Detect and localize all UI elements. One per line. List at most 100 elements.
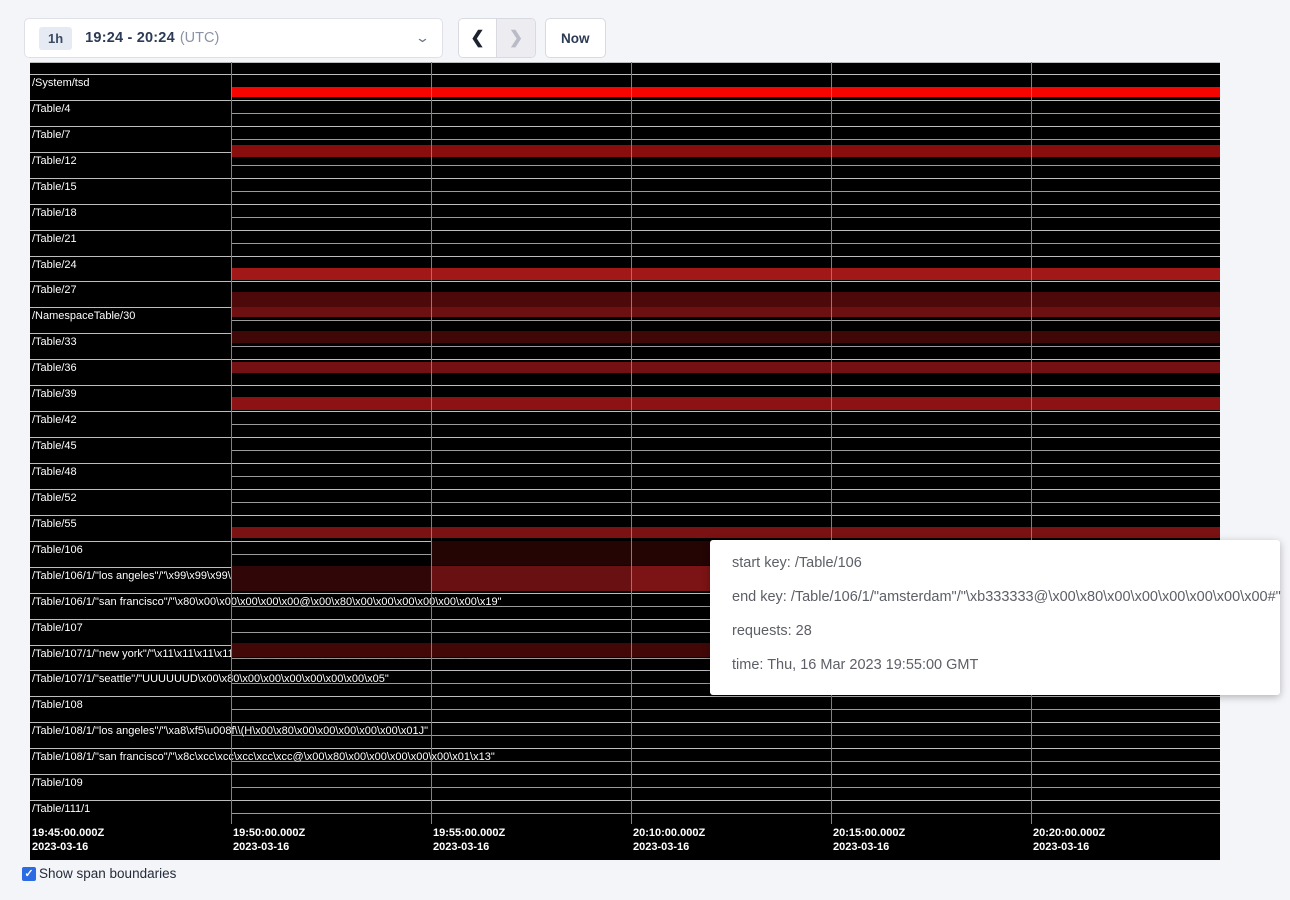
span-boundary-line <box>231 320 1220 321</box>
span-tooltip: start key: /Table/106 end key: /Table/10… <box>710 540 1280 695</box>
span-boundary-line <box>30 411 1220 412</box>
heat-band[interactable] <box>231 268 1220 280</box>
span-boundary-line <box>231 813 1220 814</box>
row-label: /Table/55 <box>32 518 77 530</box>
span-boundary-line <box>30 126 1220 127</box>
next-time-button[interactable]: ❯ <box>497 19 535 57</box>
row-label: /System/tsd <box>32 77 89 89</box>
row-label: /NamespaceTable/30 <box>32 310 135 322</box>
time-range-text: 19:24 - 20:24 <box>85 30 175 46</box>
span-boundary-line <box>30 359 1220 360</box>
time-grid-line <box>1031 62 1032 824</box>
heat-band[interactable] <box>431 566 631 591</box>
span-boundary-line <box>30 74 1220 75</box>
heat-band[interactable] <box>231 145 1220 157</box>
time-range-dropdown[interactable]: 1h 19:24 - 20:24 (UTC) ⌄ <box>24 18 443 58</box>
row-label: /Table/107/1/"seattle"/"UUUUUUD\x00\x80\… <box>32 673 389 685</box>
x-axis-tick-label: 19:50:00.000Z 2023-03-16 <box>233 826 305 854</box>
time-range-timezone: (UTC) <box>180 30 219 46</box>
footer: ✓ Show span boundaries <box>22 866 176 881</box>
span-boundary-line <box>231 346 1220 347</box>
toolbar: 1h 19:24 - 20:24 (UTC) ⌄ ❮ ❯ Now <box>0 0 1290 62</box>
row-label: /Table/12 <box>32 155 77 167</box>
span-boundary-line <box>231 424 1220 425</box>
heat-band[interactable] <box>231 566 431 591</box>
span-boundary-line <box>231 502 1220 503</box>
span-boundary-line <box>30 774 1220 775</box>
chevron-down-icon: ⌄ <box>415 30 430 46</box>
prev-time-button[interactable]: ❮ <box>459 19 497 57</box>
row-label: /Table/106 <box>32 544 83 556</box>
row-label: /Table/111/1 <box>32 803 90 815</box>
span-boundary-line <box>30 515 1220 516</box>
key-visualizer-canvas[interactable]: /System/tsd/Table/4/Table/7/Table/12/Tab… <box>30 62 1220 860</box>
x-axis-tick-label: 20:10:00.000Z 2023-03-16 <box>633 826 705 854</box>
row-label: /Table/52 <box>32 492 77 504</box>
span-boundary-line <box>231 191 1220 192</box>
span-boundary-line <box>30 230 1220 231</box>
span-boundary-line <box>231 243 1220 244</box>
span-boundary-line <box>30 62 1220 63</box>
span-boundary-line <box>30 722 1220 723</box>
x-axis-tick-label: 19:45:00.000Z 2023-03-16 <box>32 826 104 854</box>
tooltip-start-key: start key: /Table/106 <box>732 546 1258 580</box>
tooltip-requests: requests: 28 <box>732 614 1258 648</box>
time-grid-line <box>631 62 632 824</box>
row-label: /Table/39 <box>32 388 77 400</box>
row-label: /Table/109 <box>32 777 83 789</box>
time-nav-group: ❮ ❯ <box>458 18 536 58</box>
heat-band[interactable] <box>231 87 1220 97</box>
show-span-boundaries-label: Show span boundaries <box>39 866 176 881</box>
span-boundary-line <box>231 450 1220 451</box>
span-boundary-line <box>30 100 1220 101</box>
now-button[interactable]: Now <box>545 18 606 58</box>
span-boundary-line <box>30 281 1220 282</box>
x-axis-tick-label: 19:55:00.000Z 2023-03-16 <box>433 826 505 854</box>
x-axis-tick-label: 20:20:00.000Z 2023-03-16 <box>1033 826 1105 854</box>
time-range-preset-badge: 1h <box>39 27 72 50</box>
span-boundary-line <box>231 113 1220 114</box>
span-boundary-line <box>30 178 1220 179</box>
span-boundary-line <box>231 787 1220 788</box>
row-label: /Table/108/1/"los angeles"/"\xa8\xf5\u00… <box>32 725 428 737</box>
time-grid-line <box>431 62 432 824</box>
span-boundary-line <box>30 437 1220 438</box>
row-label: /Table/7 <box>32 129 71 141</box>
span-boundary-line <box>231 476 1220 477</box>
span-boundary-line <box>30 463 1220 464</box>
row-label: /Table/24 <box>32 259 77 271</box>
row-label: /Table/108 <box>32 699 83 711</box>
row-label: /Table/42 <box>32 414 77 426</box>
span-boundary-line <box>30 385 1220 386</box>
x-axis-tick-label: 20:15:00.000Z 2023-03-16 <box>833 826 905 854</box>
row-label: /Table/33 <box>32 336 77 348</box>
heat-band[interactable] <box>231 362 1220 373</box>
row-label: /Table/15 <box>32 181 77 193</box>
span-boundary-line <box>30 696 1220 697</box>
heat-band[interactable] <box>231 307 1220 317</box>
span-boundary-line <box>231 217 1220 218</box>
span-boundary-line <box>30 256 1220 257</box>
row-label: /Table/107 <box>32 622 83 634</box>
show-span-boundaries-checkbox[interactable]: ✓ <box>22 867 36 881</box>
row-label: /Table/36 <box>32 362 77 374</box>
heat-band[interactable] <box>231 397 1220 410</box>
span-boundary-line <box>231 139 1220 140</box>
span-boundary-line <box>30 800 1220 801</box>
heat-band[interactable] <box>231 292 1220 307</box>
span-boundary-line <box>231 165 1220 166</box>
row-label: /Table/18 <box>32 207 77 219</box>
row-label: /Table/4 <box>32 103 71 115</box>
row-label: /Table/21 <box>32 233 77 245</box>
span-boundary-line <box>30 489 1220 490</box>
time-grid-line <box>231 62 232 824</box>
heat-band[interactable] <box>231 527 1220 538</box>
row-label: /Table/27 <box>32 284 77 296</box>
heat-band[interactable] <box>231 331 1220 343</box>
span-boundary-line <box>30 204 1220 205</box>
span-boundary-line <box>30 748 1220 749</box>
row-label: /Table/45 <box>32 440 77 452</box>
row-label: /Table/48 <box>32 466 77 478</box>
row-label: /Table/108/1/"san francisco"/"\x8c\xcc\x… <box>32 751 495 763</box>
tooltip-end-key: end key: /Table/106/1/"amsterdam"/"\xb33… <box>732 580 1258 614</box>
